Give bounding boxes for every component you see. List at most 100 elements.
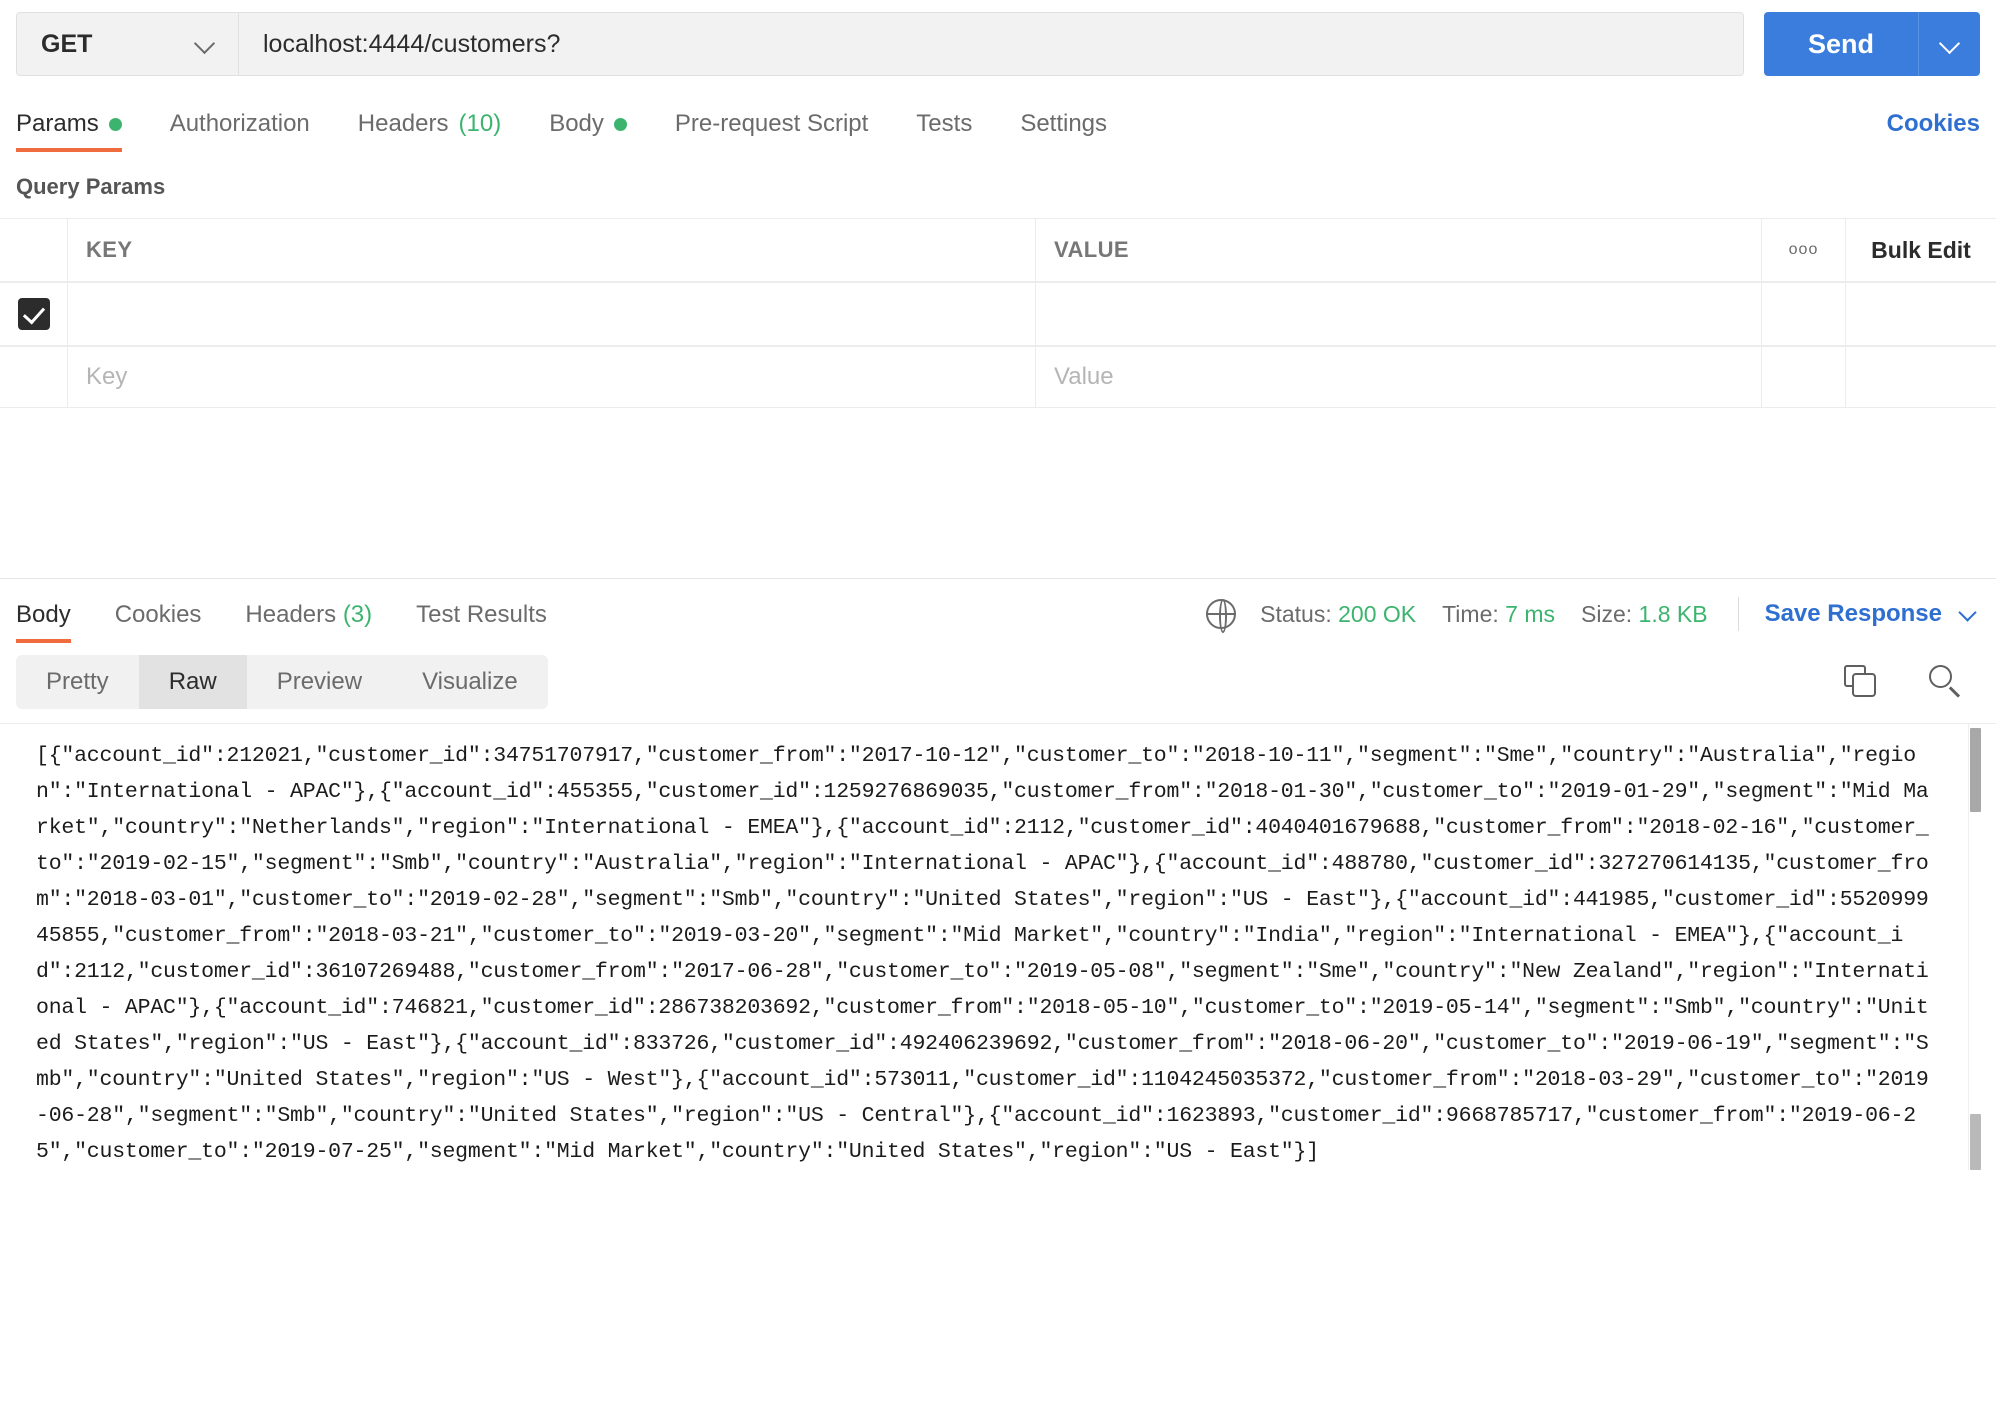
modified-dot-icon <box>108 117 122 131</box>
tab-settings-label: Settings <box>1020 110 1108 137</box>
response-tab-test-results[interactable]: Test Results <box>394 601 569 643</box>
response-tab-headers-count: (3) <box>342 601 373 628</box>
search-icon-handle <box>1949 686 1961 698</box>
status-label: Status: <box>1260 600 1332 627</box>
format-tab-pretty[interactable]: Pretty <box>16 655 139 709</box>
tab-settings[interactable]: Settings <box>996 110 1131 152</box>
value-placeholder-text: Value <box>1054 363 1114 390</box>
tab-pre-request-script[interactable]: Pre-request Script <box>651 110 892 152</box>
globe-icon <box>1206 599 1237 633</box>
tab-body[interactable]: Body <box>525 110 651 152</box>
response-tab-body[interactable]: Body <box>16 601 93 643</box>
response-tabs-bar: Body Cookies Headers (3) Test Results St… <box>0 579 1996 643</box>
table-row-placeholder: Key Value <box>0 346 1996 408</box>
time-value: 7 ms <box>1505 600 1555 627</box>
request-url-bar: GET localhost:4444/customers? Send <box>0 0 1996 90</box>
time-label: Time: <box>1442 600 1499 627</box>
row-checkbox-cell <box>0 283 68 345</box>
response-tab-test-results-label: Test Results <box>416 601 547 628</box>
request-tabs-bar: Params Authorization Headers (10) Body P… <box>0 90 1996 152</box>
request-tabs: Params Authorization Headers (10) Body P… <box>16 110 1131 152</box>
tab-tests-label: Tests <box>916 110 973 137</box>
url-input[interactable]: localhost:4444/customers? <box>239 13 1743 75</box>
response-body-area: [{"account_id":212021,"customer_id":3475… <box>0 723 1996 1170</box>
response-format-bar: Pretty Raw Preview Visualize <box>0 643 1996 723</box>
table-header-row: KEY VALUE ooo Bulk Edit <box>0 218 1996 282</box>
placeholder-options-cell <box>1762 347 1846 407</box>
url-text: localhost:4444/customers? <box>263 29 561 58</box>
scrollbar-thumb[interactable] <box>1970 728 1981 812</box>
meta-divider <box>1737 597 1739 631</box>
tab-headers[interactable]: Headers (10) <box>334 110 525 152</box>
response-body-actions <box>1844 664 1980 700</box>
tab-pre-request-script-label: Pre-request Script <box>674 110 869 137</box>
placeholder-bulk-cell <box>1846 347 1996 407</box>
scrollbar-thumb-bottom[interactable] <box>1970 1114 1981 1170</box>
key-placeholder-text: Key <box>86 363 128 390</box>
tab-headers-label: Headers <box>357 110 449 137</box>
tab-params[interactable]: Params <box>16 110 146 152</box>
column-header-key: KEY <box>86 237 133 262</box>
placeholder-checkbox-cell <box>0 347 68 407</box>
status-value: 200 OK <box>1338 600 1417 627</box>
send-options-button[interactable] <box>1918 12 1980 76</box>
save-response-button[interactable]: Save Response <box>1765 600 1980 628</box>
response-tab-cookies-label: Cookies <box>114 601 202 628</box>
tab-authorization-label: Authorization <box>169 110 310 137</box>
panel-spacer <box>0 408 1996 578</box>
response-body-scrollbar[interactable] <box>1968 724 1981 1170</box>
size-label: Size: <box>1581 600 1633 627</box>
chevron-down-icon <box>194 33 216 55</box>
copy-icon-front <box>1852 673 1876 697</box>
placeholder-value-cell[interactable]: Value <box>1036 347 1762 407</box>
cookies-link[interactable]: Cookies <box>1887 110 1980 152</box>
tab-params-label: Params <box>16 110 99 137</box>
row-bulk-cell <box>1846 283 1996 345</box>
time-indicator: Time: 7 ms <box>1442 601 1555 628</box>
query-params-table: KEY VALUE ooo Bulk Edit Key Value <box>0 218 1996 408</box>
row-key-cell[interactable] <box>68 283 1036 345</box>
row-options-cell <box>1762 283 1846 345</box>
copy-icon[interactable] <box>1844 665 1878 699</box>
tab-authorization[interactable]: Authorization <box>146 110 334 152</box>
method-and-url-group: GET localhost:4444/customers? <box>16 12 1744 76</box>
save-response-label: Save Response <box>1764 600 1942 627</box>
table-row <box>0 282 1996 346</box>
search-icon[interactable] <box>1928 664 1964 700</box>
bulk-edit-button[interactable]: Bulk Edit <box>1871 237 1971 264</box>
search-icon-ring <box>1929 665 1952 688</box>
response-tab-headers[interactable]: Headers (3) <box>223 601 394 643</box>
tab-body-label: Body <box>549 110 604 137</box>
header-options-cell: ooo <box>1762 219 1846 281</box>
response-meta: Status: 200 OK Time: 7 ms Size: 1.8 KB S… <box>1206 597 1980 643</box>
placeholder-key-cell[interactable]: Key <box>68 347 1036 407</box>
tab-headers-count: (10) <box>458 110 502 137</box>
format-tab-raw[interactable]: Raw <box>138 655 247 709</box>
response-tab-headers-label: Headers <box>245 601 337 628</box>
response-tabs: Body Cookies Headers (3) Test Results <box>16 601 569 643</box>
column-header-value: VALUE <box>1054 237 1129 262</box>
http-method-select[interactable]: GET <box>17 13 239 75</box>
chevron-down-icon <box>1939 33 1961 55</box>
chevron-down-icon <box>1958 603 1980 625</box>
response-format-tabs: Pretty Raw Preview Visualize <box>16 655 548 709</box>
row-value-cell[interactable] <box>1036 283 1762 345</box>
more-options-icon[interactable]: ooo <box>1789 241 1819 259</box>
header-value-cell: VALUE <box>1036 219 1762 281</box>
response-tab-body-label: Body <box>16 601 71 628</box>
response-body-raw[interactable]: [{"account_id":212021,"customer_id":3475… <box>0 732 1996 1170</box>
response-tab-cookies[interactable]: Cookies <box>93 601 224 643</box>
tab-tests[interactable]: Tests <box>892 110 996 152</box>
format-tab-visualize[interactable]: Visualize <box>392 655 548 709</box>
size-value: 1.8 KB <box>1638 600 1708 627</box>
modified-dot-icon <box>613 117 627 131</box>
format-tab-preview[interactable]: Preview <box>247 655 392 709</box>
header-bulk-edit-cell: Bulk Edit <box>1846 219 1996 281</box>
status-indicator: Status: 200 OK <box>1260 601 1416 628</box>
row-checkbox[interactable] <box>17 298 50 330</box>
header-checkbox-cell <box>0 219 68 281</box>
send-button[interactable]: Send <box>1763 12 1918 76</box>
http-method-label: GET <box>41 29 93 58</box>
query-params-title: Query Params <box>16 174 166 199</box>
header-key-cell: KEY <box>68 219 1036 281</box>
